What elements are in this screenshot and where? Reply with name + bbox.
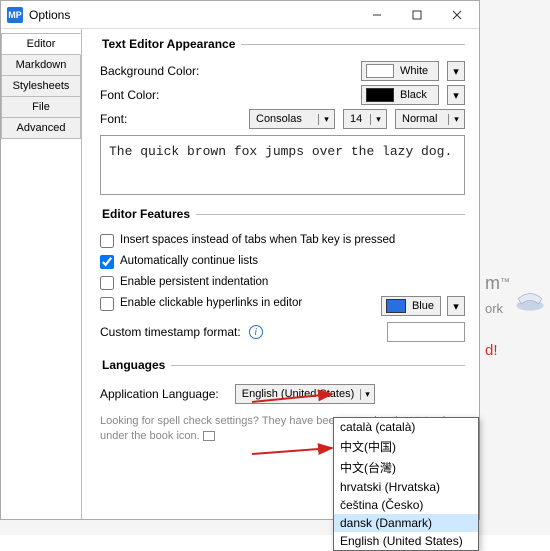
combo-font-family[interactable]: Consolas ▾ — [249, 109, 335, 129]
label-font: Font: — [100, 112, 220, 126]
minimize-icon — [372, 10, 382, 20]
window-title: Options — [29, 8, 357, 22]
chevron-down-icon: ▾ — [453, 65, 459, 78]
option-hr[interactable]: hrvatski (Hrvatska) — [334, 478, 478, 496]
label-app-language: Application Language: — [100, 387, 219, 401]
book-icon — [203, 431, 215, 441]
label-persistent-indent: Enable persistent indentation — [120, 275, 465, 289]
tab-stylesheets[interactable]: Stylesheets — [1, 75, 81, 97]
app-icon: MP — [7, 7, 23, 23]
chevron-down-icon: ▾ — [448, 114, 464, 125]
combo-app-language[interactable]: English (United States) ▾ — [235, 384, 375, 404]
dropdown-app-language[interactable]: català (català) 中文(中国) 中文(台灣) hrvatski (… — [333, 417, 479, 551]
label-font-color: Font Color: — [100, 88, 220, 102]
label-insert-spaces: Insert spaces instead of tabs when Tab k… — [120, 233, 465, 247]
option-catala[interactable]: català (català) — [334, 418, 478, 436]
bg-text-m: m — [485, 273, 500, 293]
tab-advanced[interactable]: Advanced — [1, 117, 81, 139]
combo-link-color-arrow[interactable]: ▾ — [447, 296, 465, 316]
chevron-down-icon: ▾ — [453, 300, 459, 313]
check-persistent-indent[interactable] — [100, 276, 114, 290]
maximize-button[interactable] — [397, 2, 437, 28]
close-icon — [452, 10, 462, 20]
group-features: Editor Features Insert spaces instead of… — [100, 207, 465, 348]
label-clickable-links: Enable clickable hyperlinks in editor — [120, 296, 375, 310]
legend-appearance: Text Editor Appearance — [100, 37, 241, 51]
bg-decoration-icon — [513, 280, 547, 314]
combo-bg-color[interactable]: White — [361, 61, 439, 81]
combo-bg-value: White — [394, 65, 434, 77]
tab-file[interactable]: File — [1, 96, 81, 118]
input-timestamp[interactable] — [387, 322, 465, 342]
maximize-icon — [412, 10, 422, 20]
combo-font-size[interactable]: 14 ▾ — [343, 109, 387, 129]
swatch-font-color — [366, 88, 394, 102]
check-auto-continue[interactable] — [100, 255, 114, 269]
label-auto-continue: Automatically continue lists — [120, 254, 465, 268]
tab-editor[interactable]: Editor — [1, 33, 81, 55]
chevron-down-icon: ▾ — [370, 114, 386, 125]
combo-bg-arrow[interactable]: ▾ — [447, 61, 465, 81]
legend-languages: Languages — [100, 358, 171, 372]
tabs-sidebar: Editor Markdown Stylesheets File Advance… — [1, 29, 81, 519]
minimize-button[interactable] — [357, 2, 397, 28]
chevron-down-icon: ▾ — [453, 89, 459, 102]
close-button[interactable] — [437, 2, 477, 28]
combo-font-size-value: 14 — [344, 113, 370, 125]
combo-font-color-value: Black — [394, 89, 433, 101]
chevron-down-icon: ▾ — [318, 114, 334, 125]
info-icon[interactable]: i — [249, 325, 263, 339]
check-clickable-links[interactable] — [100, 297, 114, 311]
option-cs[interactable]: čeština (Česko) — [334, 496, 478, 514]
swatch-link — [386, 299, 406, 313]
check-insert-spaces[interactable] — [100, 234, 114, 248]
legend-features: Editor Features — [100, 207, 196, 221]
combo-font-color-arrow[interactable]: ▾ — [447, 85, 465, 105]
combo-font-color[interactable]: Black — [361, 85, 439, 105]
label-bg-color: Background Color: — [100, 64, 220, 78]
font-preview: The quick brown fox jumps over the lazy … — [100, 135, 465, 195]
combo-font-value: Consolas — [250, 113, 318, 125]
bg-text-tm: ™ — [500, 277, 510, 288]
combo-app-language-value: English (United States) — [236, 388, 361, 400]
option-zh-cn[interactable]: 中文(中国) — [334, 436, 478, 457]
combo-link-color-value: Blue — [406, 300, 440, 312]
tab-markdown[interactable]: Markdown — [1, 54, 81, 76]
option-zh-tw[interactable]: 中文(台灣) — [334, 457, 478, 478]
chevron-down-icon: ▾ — [360, 389, 374, 400]
group-appearance: Text Editor Appearance Background Color:… — [100, 37, 465, 197]
option-da[interactable]: dansk (Danmark) — [334, 514, 478, 532]
swatch-bg — [366, 64, 394, 78]
titlebar: MP Options — [1, 1, 479, 29]
combo-font-weight[interactable]: Normal ▾ — [395, 109, 465, 129]
label-timestamp: Custom timestamp format: — [100, 325, 241, 339]
bg-text-d: d! — [485, 338, 510, 364]
combo-link-color[interactable]: Blue — [381, 296, 441, 316]
combo-font-weight-value: Normal — [396, 113, 448, 125]
bg-text-ork: ork — [485, 296, 510, 322]
